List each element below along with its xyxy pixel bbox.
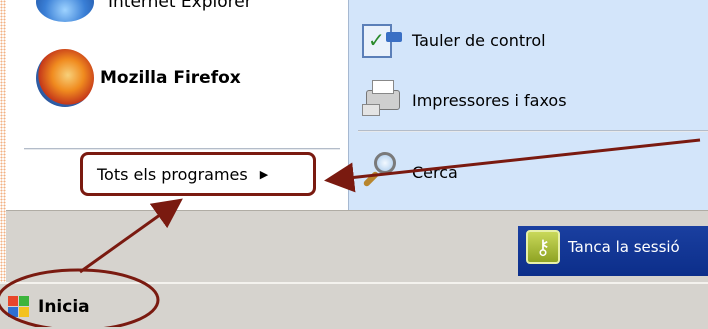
annotation-start-circle bbox=[0, 268, 160, 327]
annotation-overlay bbox=[0, 138, 701, 327]
annotation-arrow-from-start bbox=[79, 198, 183, 274]
annotation-arrow-to-all-programs bbox=[324, 138, 701, 193]
